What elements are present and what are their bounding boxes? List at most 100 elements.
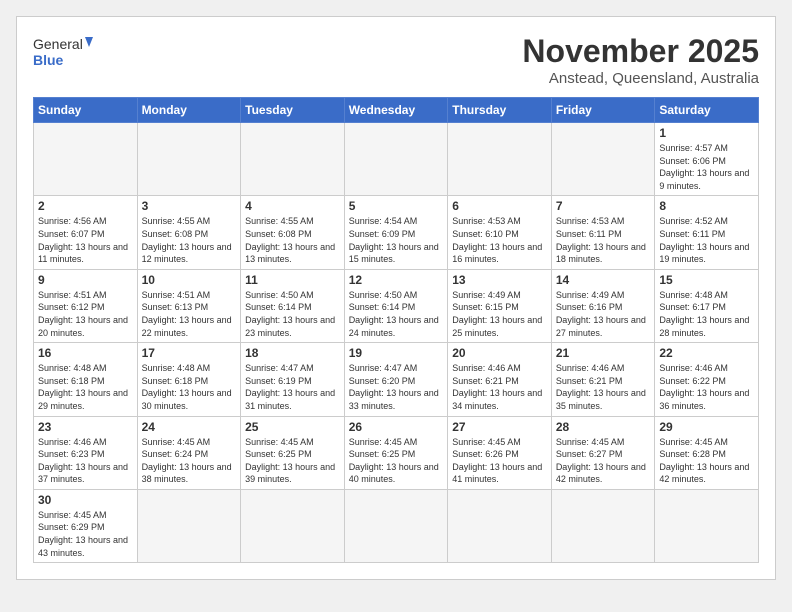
- calendar-cell: [551, 123, 655, 196]
- header-sunday: Sunday: [34, 98, 138, 123]
- svg-text:Blue: Blue: [33, 52, 64, 68]
- calendar-cell: 28 Sunrise: 4:45 AM Sunset: 6:27 PM Dayli…: [551, 416, 655, 489]
- day-number: 21: [556, 346, 651, 360]
- header-thursday: Thursday: [448, 98, 552, 123]
- day-number: 25: [245, 420, 340, 434]
- calendar-cell: 17 Sunrise: 4:48 AM Sunset: 6:18 PM Dayli…: [137, 343, 241, 416]
- calendar-cell: 14 Sunrise: 4:49 AM Sunset: 6:16 PM Dayli…: [551, 269, 655, 342]
- day-number: 26: [349, 420, 444, 434]
- day-info: Sunrise: 4:57 AM Sunset: 6:06 PM Dayligh…: [659, 142, 754, 192]
- day-number: 14: [556, 273, 651, 287]
- day-info: Sunrise: 4:54 AM Sunset: 6:09 PM Dayligh…: [349, 215, 444, 265]
- calendar-cell: [344, 123, 448, 196]
- day-number: 20: [452, 346, 547, 360]
- day-info: Sunrise: 4:49 AM Sunset: 6:16 PM Dayligh…: [556, 289, 651, 339]
- day-info: Sunrise: 4:55 AM Sunset: 6:08 PM Dayligh…: [245, 215, 340, 265]
- calendar-cell: 18Sunrise: 4:47 AM Sunset: 6:19 PM Dayli…: [241, 343, 345, 416]
- calendar-week-row: 9Sunrise: 4:51 AM Sunset: 6:12 PM Daylig…: [34, 269, 759, 342]
- calendar-cell: 26 Sunrise: 4:45 AM Sunset: 6:25 PM Dayli…: [344, 416, 448, 489]
- calendar-table: SundayMondayTuesdayWednesdayThursdayFrid…: [33, 97, 759, 563]
- calendar-header-row: SundayMondayTuesdayWednesdayThursdayFrid…: [34, 98, 759, 123]
- day-info: Sunrise: 4:51 AM Sunset: 6:13 PM Dayligh…: [142, 289, 237, 339]
- calendar-cell: 5 Sunrise: 4:54 AM Sunset: 6:09 PM Daylig…: [344, 196, 448, 269]
- calendar-week-row: 16Sunrise: 4:48 AM Sunset: 6:18 PM Dayli…: [34, 343, 759, 416]
- calendar-cell: 9Sunrise: 4:51 AM Sunset: 6:12 PM Daylig…: [34, 269, 138, 342]
- day-info: Sunrise: 4:45 AM Sunset: 6:27 PM Dayligh…: [556, 436, 651, 486]
- day-number: 10: [142, 273, 237, 287]
- calendar-week-row: 2Sunrise: 4:56 AM Sunset: 6:07 PM Daylig…: [34, 196, 759, 269]
- calendar-cell: 22Sunrise: 4:46 AM Sunset: 6:22 PM Dayli…: [655, 343, 759, 416]
- calendar-cell: 27Sunrise: 4:45 AM Sunset: 6:26 PM Dayli…: [448, 416, 552, 489]
- calendar-subtitle: Anstead, Queensland, Australia: [522, 70, 759, 87]
- day-info: Sunrise: 4:47 AM Sunset: 6:20 PM Dayligh…: [349, 362, 444, 412]
- day-info: Sunrise: 4:48 AM Sunset: 6:18 PM Dayligh…: [142, 362, 237, 412]
- day-info: Sunrise: 4:56 AM Sunset: 6:07 PM Dayligh…: [38, 215, 133, 265]
- day-number: 28: [556, 420, 651, 434]
- day-number: 30: [38, 493, 133, 507]
- header-tuesday: Tuesday: [241, 98, 345, 123]
- calendar-cell: 13Sunrise: 4:49 AM Sunset: 6:15 PM Dayli…: [448, 269, 552, 342]
- day-number: 5: [349, 199, 444, 213]
- calendar-cell: 24 Sunrise: 4:45 AM Sunset: 6:24 PM Dayli…: [137, 416, 241, 489]
- day-number: 8: [659, 199, 754, 213]
- day-number: 29: [659, 420, 754, 434]
- title-area: November 2025 Anstead, Queensland, Austr…: [522, 33, 759, 87]
- day-number: 1: [659, 126, 754, 140]
- day-info: Sunrise: 4:46 AM Sunset: 6:21 PM Dayligh…: [556, 362, 651, 412]
- calendar-cell: [137, 489, 241, 562]
- day-number: 24: [142, 420, 237, 434]
- calendar-cell: [448, 489, 552, 562]
- day-info: Sunrise: 4:52 AM Sunset: 6:11 PM Dayligh…: [659, 215, 754, 265]
- logo-icon: General Blue: [33, 33, 93, 69]
- calendar-week-row: 23 Sunrise: 4:46 AM Sunset: 6:23 PM Dayli…: [34, 416, 759, 489]
- header-monday: Monday: [137, 98, 241, 123]
- calendar-cell: 23 Sunrise: 4:46 AM Sunset: 6:23 PM Dayli…: [34, 416, 138, 489]
- day-number: 18: [245, 346, 340, 360]
- calendar-cell: 1 Sunrise: 4:57 AM Sunset: 6:06 PM Daylig…: [655, 123, 759, 196]
- header-friday: Friday: [551, 98, 655, 123]
- day-info: Sunrise: 4:45 AM Sunset: 6:26 PM Dayligh…: [452, 436, 547, 486]
- calendar-cell: 12Sunrise: 4:50 AM Sunset: 6:14 PM Dayli…: [344, 269, 448, 342]
- day-number: 13: [452, 273, 547, 287]
- day-info: Sunrise: 4:45 AM Sunset: 6:24 PM Dayligh…: [142, 436, 237, 486]
- day-number: 6: [452, 199, 547, 213]
- calendar-cell: 21 Sunrise: 4:46 AM Sunset: 6:21 PM Dayli…: [551, 343, 655, 416]
- day-number: 12: [349, 273, 444, 287]
- calendar-cell: 2Sunrise: 4:56 AM Sunset: 6:07 PM Daylig…: [34, 196, 138, 269]
- day-info: Sunrise: 4:45 AM Sunset: 6:29 PM Dayligh…: [38, 509, 133, 559]
- day-info: Sunrise: 4:46 AM Sunset: 6:22 PM Dayligh…: [659, 362, 754, 412]
- calendar-cell: 16Sunrise: 4:48 AM Sunset: 6:18 PM Dayli…: [34, 343, 138, 416]
- day-info: Sunrise: 4:55 AM Sunset: 6:08 PM Dayligh…: [142, 215, 237, 265]
- day-info: Sunrise: 4:50 AM Sunset: 6:14 PM Dayligh…: [245, 289, 340, 339]
- calendar-cell: 8 Sunrise: 4:52 AM Sunset: 6:11 PM Daylig…: [655, 196, 759, 269]
- calendar-cell: 20Sunrise: 4:46 AM Sunset: 6:21 PM Dayli…: [448, 343, 552, 416]
- calendar-cell: 11 Sunrise: 4:50 AM Sunset: 6:14 PM Dayli…: [241, 269, 345, 342]
- day-info: Sunrise: 4:45 AM Sunset: 6:25 PM Dayligh…: [349, 436, 444, 486]
- calendar-cell: 15Sunrise: 4:48 AM Sunset: 6:17 PM Dayli…: [655, 269, 759, 342]
- header-wednesday: Wednesday: [344, 98, 448, 123]
- calendar-cell: 25Sunrise: 4:45 AM Sunset: 6:25 PM Dayli…: [241, 416, 345, 489]
- calendar-cell: 19 Sunrise: 4:47 AM Sunset: 6:20 PM Dayli…: [344, 343, 448, 416]
- calendar-cell: 4 Sunrise: 4:55 AM Sunset: 6:08 PM Daylig…: [241, 196, 345, 269]
- day-info: Sunrise: 4:53 AM Sunset: 6:10 PM Dayligh…: [452, 215, 547, 265]
- calendar-cell: [344, 489, 448, 562]
- day-number: 3: [142, 199, 237, 213]
- calendar-cell: 29Sunrise: 4:45 AM Sunset: 6:28 PM Dayli…: [655, 416, 759, 489]
- day-info: Sunrise: 4:46 AM Sunset: 6:23 PM Dayligh…: [38, 436, 133, 486]
- calendar-page: General Blue November 2025 Anstead, Quee…: [16, 16, 776, 580]
- day-number: 17: [142, 346, 237, 360]
- day-number: 4: [245, 199, 340, 213]
- day-info: Sunrise: 4:53 AM Sunset: 6:11 PM Dayligh…: [556, 215, 651, 265]
- calendar-cell: [655, 489, 759, 562]
- header: General Blue November 2025 Anstead, Quee…: [33, 33, 759, 87]
- header-saturday: Saturday: [655, 98, 759, 123]
- day-number: 15: [659, 273, 754, 287]
- calendar-cell: 10 Sunrise: 4:51 AM Sunset: 6:13 PM Dayli…: [137, 269, 241, 342]
- day-number: 11: [245, 273, 340, 287]
- day-number: 19: [349, 346, 444, 360]
- day-number: 23: [38, 420, 133, 434]
- calendar-cell: [241, 489, 345, 562]
- logo: General Blue: [33, 33, 93, 69]
- calendar-week-row: 30 Sunrise: 4:45 AM Sunset: 6:29 PM Dayli…: [34, 489, 759, 562]
- calendar-cell: [448, 123, 552, 196]
